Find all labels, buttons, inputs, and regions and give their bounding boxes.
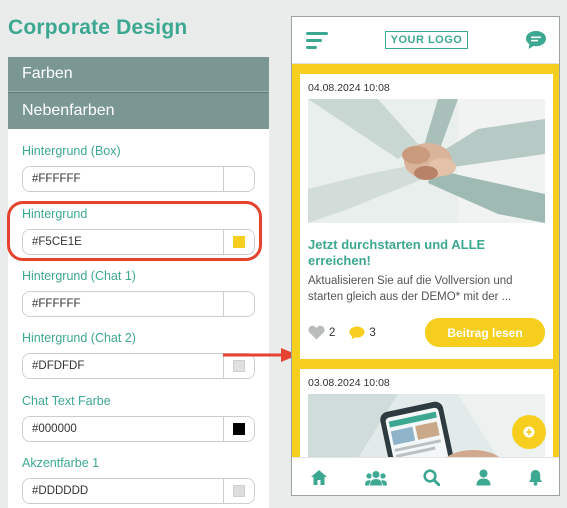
- color-picker-button[interactable]: [223, 292, 254, 316]
- post-title[interactable]: Jetzt durchstarten und ALLE erreichen!: [308, 237, 545, 269]
- field-label: Hintergrund (Box): [22, 144, 121, 158]
- field-label: Hintergrund: [22, 207, 88, 221]
- color-input[interactable]: [23, 479, 223, 503]
- field-label: Hintergrund (Chat 1): [22, 269, 136, 283]
- post-excerpt: Aktualisieren Sie auf die Vollversion un…: [308, 275, 513, 303]
- color-swatch: [233, 236, 245, 248]
- field-hintergrund-chat-1: Hintergrund (Chat 1): [22, 269, 255, 317]
- color-picker-button[interactable]: [223, 479, 254, 503]
- comment-count[interactable]: 3: [349, 326, 376, 340]
- news-feed: 04.08.2024 10:08 Jetzt durchstarten und …: [292, 64, 559, 457]
- post-card[interactable]: 03.08.2024 10:08: [300, 369, 553, 457]
- color-swatch: [233, 485, 245, 497]
- bottom-nav: [292, 457, 559, 495]
- like-count-value: 2: [329, 326, 336, 339]
- page-title: Corporate Design: [8, 16, 188, 39]
- post-image: [308, 99, 545, 223]
- color-input[interactable]: [23, 292, 223, 316]
- post-image: [308, 394, 545, 457]
- chat-icon[interactable]: [525, 30, 547, 50]
- app-preview: YOUR LOGO 04.08.2024 10:08 Jetzt durchst…: [291, 16, 560, 496]
- heart-icon: [308, 325, 325, 340]
- color-picker-button[interactable]: [223, 230, 254, 254]
- section-nebenfarben[interactable]: Nebenfarben: [8, 92, 269, 129]
- menu-icon[interactable]: [306, 31, 328, 49]
- field-hintergrund-box: Hintergrund (Box): [22, 144, 255, 192]
- app-header: YOUR LOGO: [292, 17, 559, 64]
- field-label: Chat Text Farbe: [22, 394, 111, 408]
- settings-panel: Farben Nebenfarben Hintergrund (Box) Hin…: [8, 57, 269, 508]
- home-icon[interactable]: [310, 469, 328, 486]
- add-button[interactable]: [512, 415, 546, 449]
- color-input[interactable]: [23, 167, 223, 191]
- section-farben[interactable]: Farben: [8, 57, 269, 92]
- field-hintergrund: Hintergrund: [22, 207, 255, 255]
- color-input[interactable]: [23, 417, 223, 441]
- like-count[interactable]: 2: [308, 325, 335, 340]
- search-icon[interactable]: [423, 469, 440, 486]
- color-picker-button[interactable]: [223, 417, 254, 441]
- field-chat-text-farbe: Chat Text Farbe: [22, 394, 255, 442]
- post-card[interactable]: 04.08.2024 10:08 Jetzt durchstarten und …: [300, 74, 553, 359]
- field-label: Hintergrund (Chat 2): [22, 331, 136, 345]
- color-swatch: [233, 423, 245, 435]
- logo: YOUR LOGO: [384, 31, 469, 49]
- color-input[interactable]: [23, 354, 223, 378]
- color-picker-button[interactable]: [223, 167, 254, 191]
- group-icon[interactable]: [364, 470, 387, 486]
- comment-count-value: 3: [369, 326, 376, 339]
- field-label: Akzentfarbe 1: [22, 456, 100, 470]
- field-akzentfarbe-1: Akzentfarbe 1: [22, 456, 255, 504]
- plus-icon: [523, 426, 535, 438]
- bell-icon[interactable]: [528, 469, 543, 486]
- user-icon[interactable]: [476, 469, 491, 486]
- field-hintergrund-chat-2: Hintergrund (Chat 2): [22, 331, 255, 379]
- arrow-icon: [223, 348, 298, 362]
- read-post-button[interactable]: Beitrag lesen: [425, 318, 545, 347]
- post-date: 04.08.2024 10:08: [308, 82, 390, 94]
- post-date: 03.08.2024 10:08: [308, 377, 390, 389]
- comment-icon: [349, 326, 365, 339]
- color-input[interactable]: [23, 230, 223, 254]
